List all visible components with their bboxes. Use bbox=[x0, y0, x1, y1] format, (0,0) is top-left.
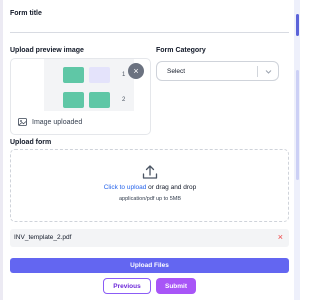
dropzone-instructions: Click to upload or drag and drop bbox=[0, 184, 300, 191]
submit-button[interactable]: Submit bbox=[156, 278, 196, 294]
file-type-hint: application/pdf up to 5MB bbox=[118, 196, 182, 202]
chevron-down-icon[interactable] bbox=[263, 66, 274, 77]
thumbnail-page-2b bbox=[89, 92, 110, 108]
scrollbar[interactable] bbox=[294, 0, 300, 300]
click-to-upload-link[interactable]: Click to upload bbox=[104, 184, 147, 191]
remove-preview-button[interactable]: × bbox=[128, 63, 144, 79]
upload-icon bbox=[142, 165, 158, 179]
image-uploaded-status: Image uploaded bbox=[18, 118, 82, 126]
preview-page-thumbnails: 1 2 bbox=[44, 59, 134, 111]
upload-files-button[interactable]: Upload Files bbox=[10, 258, 289, 273]
preview-image-label: Upload preview image bbox=[10, 47, 84, 54]
select-separator bbox=[257, 66, 258, 77]
previous-button[interactable]: Previous bbox=[103, 278, 151, 294]
drag-drop-text: or drag and drop bbox=[146, 184, 197, 191]
form-category-select[interactable]: Select bbox=[156, 61, 279, 81]
close-icon: × bbox=[133, 66, 139, 76]
left-panel-edge bbox=[0, 0, 3, 300]
upload-form-label: Upload form bbox=[10, 139, 52, 146]
image-uploaded-text: Image uploaded bbox=[32, 118, 83, 126]
remove-file-icon[interactable]: × bbox=[278, 232, 283, 242]
form-title-label: Form title bbox=[10, 10, 42, 17]
form-category-selected: Select bbox=[167, 68, 186, 75]
thumbnail-page-1b bbox=[89, 67, 110, 83]
scrollbar-accent bbox=[296, 14, 299, 36]
thumbnail-page-1a bbox=[63, 67, 84, 83]
form-title-input[interactable] bbox=[10, 24, 289, 33]
uploaded-file-item: INV_template_2.pdf × bbox=[10, 229, 289, 247]
page-number-1: 1 bbox=[122, 72, 126, 78]
image-icon bbox=[18, 118, 27, 126]
uploaded-file-name: INV_template_2.pdf bbox=[14, 234, 72, 241]
scrollbar-thumb[interactable] bbox=[296, 70, 299, 180]
page-number-2: 2 bbox=[122, 97, 126, 103]
form-category-label: Form Category bbox=[156, 47, 206, 54]
thumbnail-page-2a bbox=[63, 92, 84, 108]
